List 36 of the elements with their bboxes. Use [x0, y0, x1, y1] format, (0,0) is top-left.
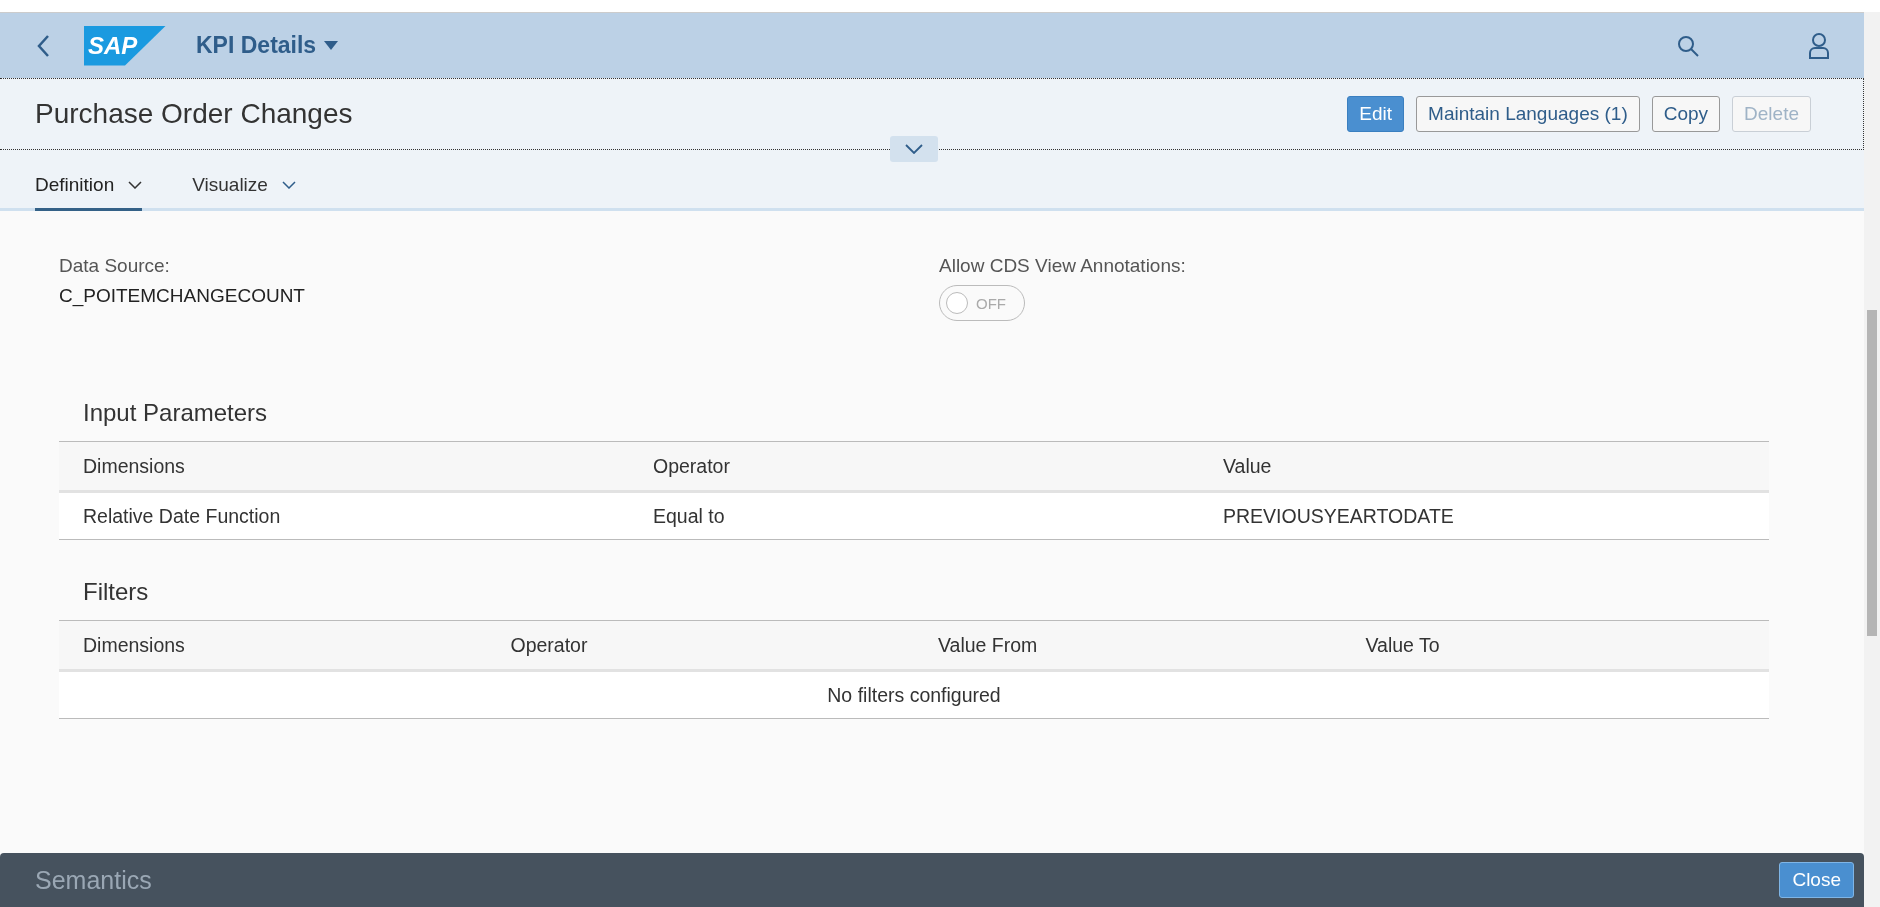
field-label: Allow CDS View Annotations: — [939, 255, 1186, 277]
table-cell-text: PREVIOUSYEARTODATE — [1222, 504, 1455, 528]
section-title: Semantics — [35, 865, 153, 895]
collapse-header-button[interactable] — [890, 136, 938, 162]
toggle-switch[interactable]: OFF — [939, 285, 1025, 321]
tab[interactable]: Definition — [35, 174, 143, 211]
column-header: Dimensions — [82, 454, 186, 478]
field-value: C_POITEMCHANGECOUNT — [59, 285, 305, 307]
column-header: Operator — [509, 633, 589, 657]
action-button[interactable]: Maintain Languages (1) — [1416, 96, 1640, 132]
chevron-down-icon — [128, 181, 143, 189]
scrollbar[interactable] — [1864, 12, 1880, 907]
action-button[interactable]: Copy — [1651, 96, 1721, 132]
column-header: Value — [1222, 454, 1273, 478]
section-title: Filters — [82, 578, 150, 607]
chevron-down-icon — [905, 144, 923, 154]
column-header: Value From — [937, 633, 1039, 657]
user-icon — [1808, 32, 1830, 59]
action-button[interactable]: Edit — [1347, 96, 1405, 132]
column-header: Operator — [652, 454, 731, 478]
section-title: Input Parameters — [82, 399, 269, 428]
caret-icon — [324, 41, 339, 50]
chevron-down-icon — [281, 181, 296, 189]
page-title: Purchase Order Changes — [35, 98, 354, 130]
empty-message: No filters configured — [827, 683, 1001, 707]
column-header: Dimensions — [82, 633, 186, 657]
app-title-menu[interactable]: KPI Details — [196, 32, 339, 59]
column-header: Value To — [1364, 633, 1441, 657]
search-icon — [1676, 33, 1700, 58]
table-cell-text: Relative Date Function — [82, 504, 282, 528]
table-cell-text: Equal to — [652, 504, 726, 528]
field-label: Data Source: — [59, 255, 170, 277]
close-button[interactable]: Close — [1779, 862, 1854, 898]
tab[interactable]: Visualize — [192, 174, 296, 211]
back-icon — [36, 33, 50, 58]
company-logo[interactable]: SAP — [84, 25, 166, 66]
